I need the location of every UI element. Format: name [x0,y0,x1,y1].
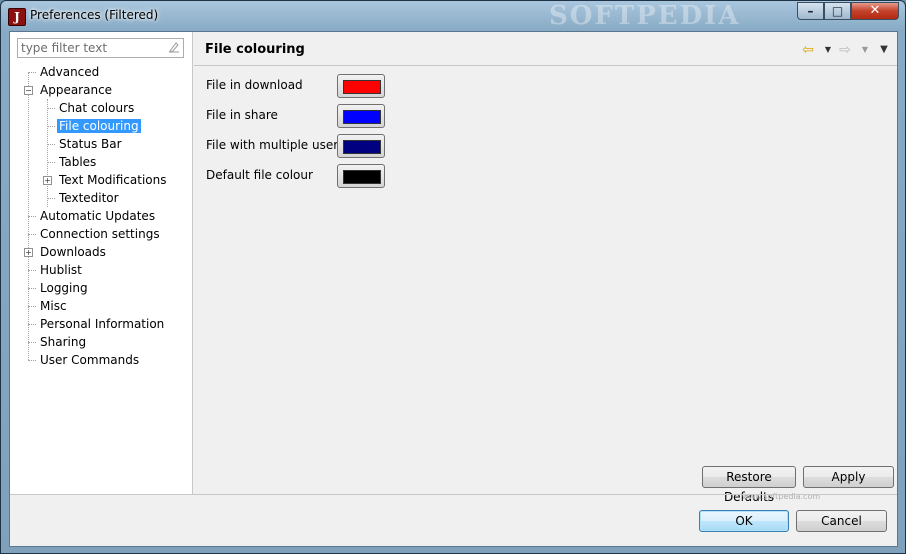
minimize-button[interactable]: – [797,2,824,20]
tree-item-text-modifications[interactable]: Text Modifications [59,171,166,189]
tree-item-label: Logging [40,281,88,295]
color-label: Default file colour [206,168,313,182]
tree-connector [47,162,55,163]
color-picker-button[interactable] [337,134,385,158]
tree-item-appearance[interactable]: Appearance [40,81,112,99]
tree-item-connection-settings[interactable]: Connection settings [40,225,160,243]
tree-item-label: Hublist [40,263,82,277]
tree-item-label: Connection settings [40,227,160,241]
expand-downloads-icon[interactable]: + [24,248,33,257]
tree-item-label: Status Bar [59,137,122,151]
tree-item-downloads[interactable]: Downloads [40,243,106,261]
color-swatch [343,140,381,154]
tree-item-label: Texteditor [59,191,119,205]
button-bar-separator [10,494,897,495]
title-bar[interactable]: J Preferences (Filtered) SOFTPEDIA – □ ✕ [1,1,905,31]
tree-item-label: Appearance [40,83,113,97]
page-title: File colouring [205,42,305,57]
tree-item-advanced[interactable]: Advanced [40,63,99,81]
restore-defaults-button[interactable]: Restore Defaults [702,466,796,504]
color-swatch [343,110,381,124]
close-button[interactable]: ✕ [851,2,899,20]
filter-placeholder: type filter text [21,41,108,55]
tree-connector [28,324,36,325]
color-swatch [343,80,381,94]
preference-page: File colouring ⇦ ▼ ⇨ ▼ ▼ File in downloa… [194,32,897,504]
tree-connector [28,270,36,271]
back-arrow-icon[interactable]: ⇦ [800,42,816,58]
dialog-client-area: type filter text Advanced − Appearance C… [9,31,898,547]
tree-item-label: Misc [40,299,67,313]
tree-guide-appearance [47,99,48,207]
tree-connector [47,198,55,199]
back-dropdown-icon[interactable]: ▼ [820,42,836,58]
tree-item-texteditor[interactable]: Texteditor [59,189,119,207]
color-label: File in download [206,78,303,92]
tree-item-label: Downloads [40,245,106,259]
app-icon: J [8,8,26,26]
preferences-tree-pane: type filter text Advanced − Appearance C… [10,32,193,494]
tree-item-hublist[interactable]: Hublist [40,261,82,279]
tree-item-chat-colours[interactable]: Chat colours [59,99,134,117]
tree-item-label: User Commands [40,353,140,367]
tree-item-file-colouring[interactable]: File colouring [57,117,141,135]
tree-item-label: Automatic Updates [40,209,156,223]
tree-item-tables[interactable]: Tables [59,153,96,171]
filter-input[interactable]: type filter text [17,38,184,58]
tree-connector [28,306,36,307]
maximize-button[interactable]: □ [824,2,851,20]
tree-connector [28,342,36,343]
preferences-window: J Preferences (Filtered) SOFTPEDIA – □ ✕… [0,0,906,554]
tree-item-label: Text Modifications [59,173,167,187]
forward-arrow-icon[interactable]: ⇨ [837,42,853,58]
window-title: Preferences (Filtered) [30,8,159,22]
color-swatch [343,170,381,184]
tree-item-sharing[interactable]: Sharing [40,333,86,351]
ok-button[interactable]: OK [699,510,789,532]
tree-connector [28,72,36,73]
collapse-appearance-icon[interactable]: − [24,86,33,95]
tree-item-label: Sharing [40,335,87,349]
tree-item-label: File colouring [57,119,141,133]
tree-item-misc[interactable]: Misc [40,297,67,315]
tree-item-user-commands[interactable]: User Commands [40,351,139,369]
tree-connector [47,144,55,145]
tree-item-automatic-updates[interactable]: Automatic Updates [40,207,155,225]
tree-item-personal-information[interactable]: Personal Information [40,315,164,333]
title-separator [194,65,897,66]
tree-connector [28,360,36,361]
color-picker-button[interactable] [337,74,385,98]
clear-filter-icon[interactable] [168,41,180,53]
view-menu-icon[interactable]: ▼ [876,42,892,58]
apply-button[interactable]: Apply [803,466,894,488]
tree-connector [47,108,55,109]
forward-dropdown-icon[interactable]: ▼ [857,42,873,58]
expand-text-modifications-icon[interactable]: + [43,176,52,185]
tree-connector [47,126,55,127]
color-label: File with multiple users [206,138,345,152]
softpedia-watermark: SOFTPEDIA [549,1,741,31]
tree-connector [28,234,36,235]
tree-connector [28,288,36,289]
tree-item-label: Tables [59,155,97,169]
tree-connector [28,216,36,217]
tree-item-status-bar[interactable]: Status Bar [59,135,122,153]
color-picker-button[interactable] [337,104,385,128]
tree-item-label: Personal Information [40,317,165,331]
tree-item-label: Chat colours [59,101,135,115]
color-picker-button[interactable] [337,164,385,188]
cancel-button[interactable]: Cancel [796,510,887,532]
color-label: File in share [206,108,278,122]
tree-item-logging[interactable]: Logging [40,279,88,297]
tree-item-label: Advanced [40,65,100,79]
